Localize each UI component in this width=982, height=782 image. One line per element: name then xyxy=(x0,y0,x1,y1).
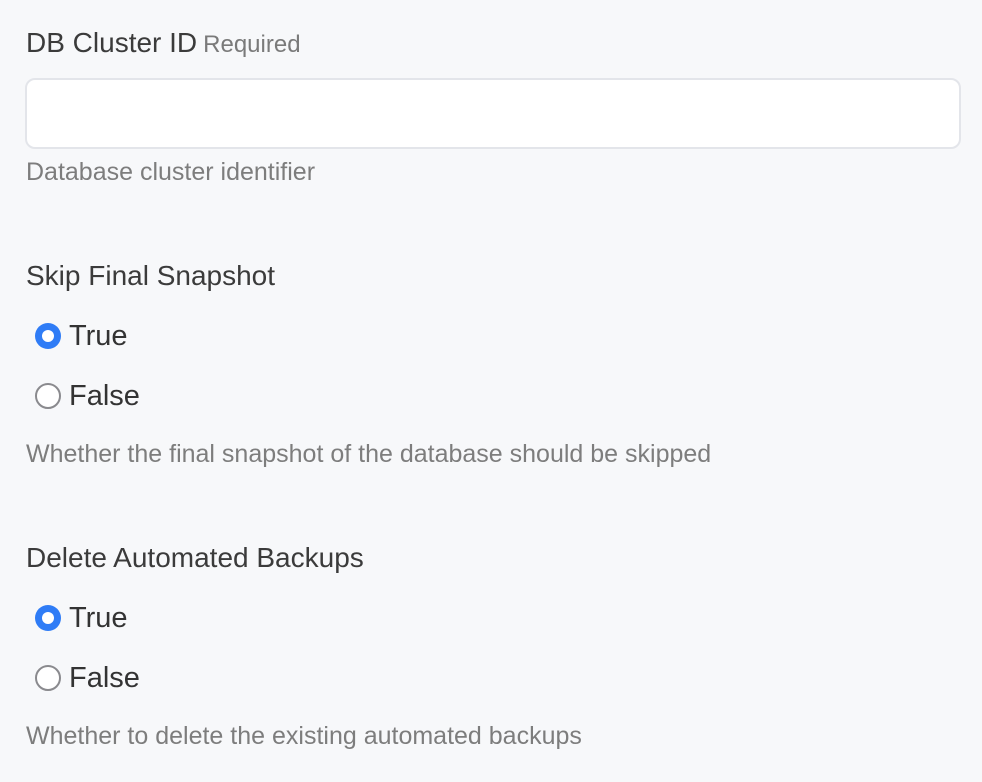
cluster-id-label-text: DB Cluster ID xyxy=(26,27,198,58)
radio-option-label: True xyxy=(69,601,128,634)
skip-final-snapshot-label: Skip Final Snapshot xyxy=(26,260,276,291)
skip-final-snapshot-option-false[interactable]: False xyxy=(26,376,140,416)
cluster-id-help: Database cluster identifier xyxy=(26,158,316,186)
skip-final-snapshot-option-true[interactable]: True xyxy=(26,316,128,356)
radio-selected-icon[interactable] xyxy=(35,323,61,349)
required-indicator: Required xyxy=(203,31,301,58)
radio-unselected-icon[interactable] xyxy=(35,383,61,409)
radio-option-label: False xyxy=(69,379,140,412)
radio-selected-icon[interactable] xyxy=(35,605,61,631)
radio-option-label: True xyxy=(69,319,128,352)
delete-automated-backups-option-false[interactable]: False xyxy=(26,658,140,698)
cluster-id-label: DB Cluster ID Required xyxy=(26,26,301,62)
skip-final-snapshot-help: Whether the final snapshot of the databa… xyxy=(26,440,712,468)
radio-option-label: False xyxy=(69,661,140,694)
delete-automated-backups-label: Delete Automated Backups xyxy=(26,542,364,573)
delete-automated-backups-option-true[interactable]: True xyxy=(26,598,128,638)
radio-unselected-icon[interactable] xyxy=(35,665,61,691)
delete-automated-backups-help: Whether to delete the existing automated… xyxy=(26,722,582,750)
cluster-id-input[interactable] xyxy=(25,78,961,149)
